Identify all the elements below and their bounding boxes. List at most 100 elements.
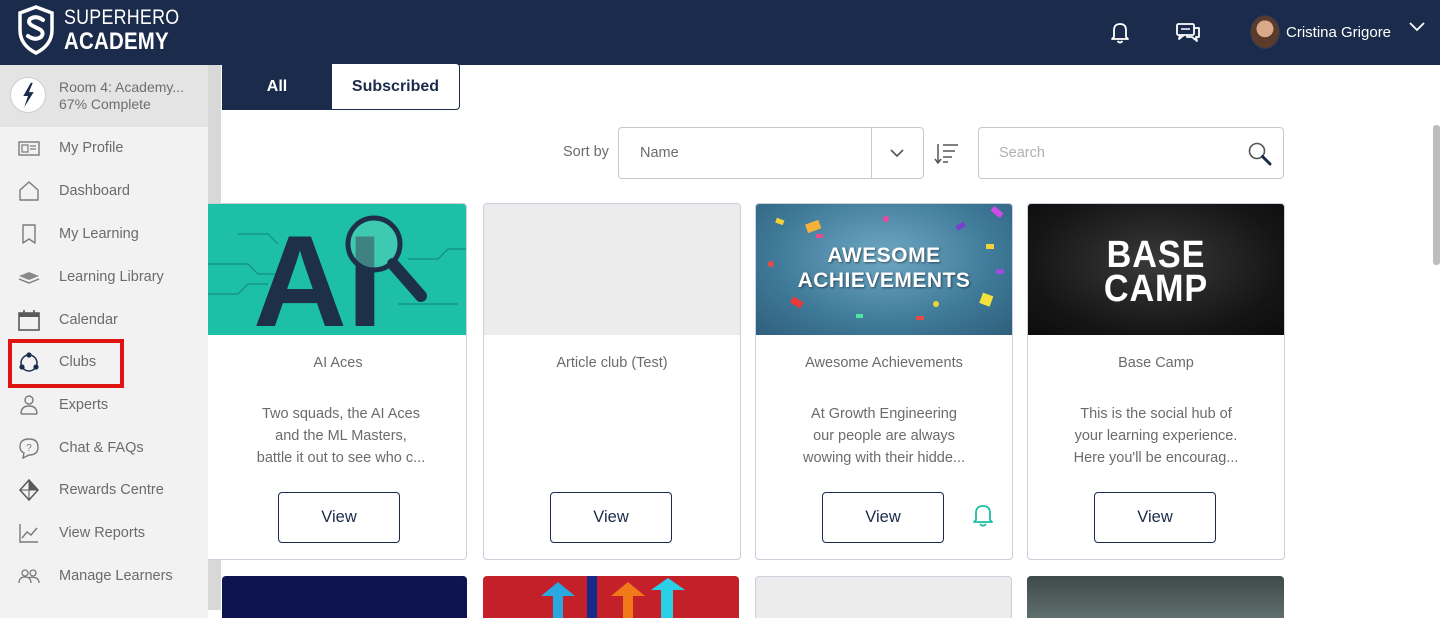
people-icon <box>18 569 40 584</box>
description-line: your learning experience. <box>1074 428 1238 444</box>
view-button[interactable]: View <box>822 492 944 543</box>
sidebar-item-my-learning[interactable]: My Learning <box>0 214 208 254</box>
description-line: battle it out to see who c... <box>256 450 426 466</box>
brand-logo[interactable]: SUPERHERO ACADEMY <box>16 4 200 56</box>
sidebar-item-label: My Profile <box>59 140 124 156</box>
ai-artwork: AI <box>208 208 466 335</box>
club-description: Two squads, the AI Aces and the ML Maste… <box>233 403 449 469</box>
view-button[interactable]: View <box>278 492 400 543</box>
club-card-partial[interactable] <box>222 576 467 618</box>
sort-order-icon[interactable] <box>934 140 960 166</box>
club-card-ai-aces: AI AI Aces Two squads, the AI Aces and t… <box>208 203 467 560</box>
diamond-icon <box>18 478 40 502</box>
artwork-line2: ACHIEVEMENTS <box>797 269 971 292</box>
artwork-line1: AWESOME <box>827 244 941 267</box>
current-room[interactable]: Room 4: Academy... 67% Complete <box>0 65 208 127</box>
club-card-partial[interactable] <box>755 576 1012 618</box>
sidebar-item-label: Calendar <box>59 312 118 328</box>
clubs-highlight-box <box>8 339 124 388</box>
sort-label: Sort by <box>563 144 609 160</box>
user-name: Cristina Grigore <box>1286 23 1392 41</box>
club-image-awesome-achievements[interactable]: AWESOME ACHIEVEMENTS <box>756 204 1012 335</box>
view-button[interactable]: View <box>1094 492 1216 543</box>
description-line: wowing with their hidde... <box>803 450 965 466</box>
club-description: This is the social hub of your learning … <box>1048 403 1264 469</box>
sidebar-item-label: Chat & FAQs <box>59 440 144 456</box>
sidebar-item-my-profile[interactable]: My Profile <box>0 128 208 168</box>
tab-subscribed[interactable]: Subscribed <box>332 63 460 110</box>
arrows-artwork <box>541 576 685 618</box>
shield-logo-icon <box>18 5 54 55</box>
tab-all[interactable]: All <box>222 63 332 110</box>
sidebar-item-label: Manage Learners <box>59 568 173 584</box>
sidebar-item-dashboard[interactable]: Dashboard <box>0 171 208 211</box>
club-card-partial[interactable] <box>1027 576 1284 618</box>
club-title: Article club (Test) <box>556 355 668 371</box>
room-title: Room 4: Academy... <box>59 79 185 95</box>
search-icon[interactable] <box>1247 141 1273 167</box>
sidebar-item-view-reports[interactable]: View Reports <box>0 513 208 553</box>
brand-line2: ACADEMY <box>64 27 169 55</box>
user-menu[interactable]: Cristina Grigore <box>1250 15 1391 49</box>
sidebar-item-chat-faqs[interactable]: ? Chat & FAQs <box>0 428 208 468</box>
bell-icon[interactable] <box>970 501 996 529</box>
filter-tabs: All Subscribed <box>222 63 460 110</box>
question-bubble-icon: ? <box>19 438 39 460</box>
club-image-base-camp[interactable]: BASE CAMP <box>1028 204 1284 335</box>
bookmark-icon <box>22 224 36 244</box>
sidebar-item-learning-library[interactable]: Learning Library <box>0 257 208 297</box>
sort-value: Name <box>640 145 679 161</box>
artwork-line1: BASE <box>1106 234 1206 276</box>
main-scrollbar[interactable] <box>1433 125 1440 265</box>
svg-text:?: ? <box>26 443 32 454</box>
description-line: Two squads, the AI Aces <box>262 406 420 422</box>
sidebar-item-calendar[interactable]: Calendar <box>0 300 208 340</box>
lightning-icon <box>23 82 34 108</box>
chevron-down-icon[interactable] <box>1408 20 1426 34</box>
search-input[interactable] <box>999 142 1239 164</box>
sidebar-item-label: Learning Library <box>59 269 164 285</box>
artwork-line2: CAMP <box>1103 268 1209 310</box>
search-box <box>978 127 1284 179</box>
sidebar-item-label: Rewards Centre <box>59 482 164 498</box>
description-line: Here you'll be encourag... <box>1073 450 1239 466</box>
club-card-awesome-achievements: AWESOME ACHIEVEMENTS Awesome Achievement… <box>755 203 1013 560</box>
description-line: our people are always <box>813 428 955 444</box>
brand-line1: SUPERHERO <box>64 5 180 29</box>
room-icon <box>10 77 46 113</box>
view-button[interactable]: View <box>550 492 672 543</box>
bell-icon[interactable] <box>1106 18 1134 46</box>
sidebar-item-label: My Learning <box>59 226 139 242</box>
club-title: Awesome Achievements <box>805 355 963 371</box>
club-card-article-club: Article club (Test) View <box>483 203 741 560</box>
sidebar-item-label: View Reports <box>59 525 145 541</box>
top-bar: SUPERHERO ACADEMY Cristina Grigore <box>0 0 1440 65</box>
profile-card-icon <box>18 141 40 156</box>
avatar <box>1250 15 1280 49</box>
chevron-down-icon <box>890 149 904 158</box>
expert-icon <box>20 395 38 415</box>
club-title: AI Aces <box>313 355 363 371</box>
calendar-icon <box>18 310 40 331</box>
sidebar-item-label: Experts <box>59 397 109 413</box>
description-line: and the ML Masters, <box>275 428 407 444</box>
book-icon <box>18 272 40 284</box>
club-card-partial[interactable] <box>483 576 739 618</box>
sidebar-item-label: Dashboard <box>59 183 130 199</box>
divider <box>871 128 872 178</box>
line-chart-icon <box>19 524 38 543</box>
club-card-base-camp: BASE CAMP Base Camp This is the social h… <box>1027 203 1285 560</box>
description-line: At Growth Engineering <box>811 406 957 422</box>
club-image-placeholder[interactable] <box>484 204 740 335</box>
home-icon <box>19 181 39 201</box>
room-progress: 67% Complete <box>59 96 151 112</box>
sidebar-item-manage-learners[interactable]: Manage Learners <box>0 556 208 596</box>
chat-icon[interactable] <box>1174 18 1202 46</box>
description-line: This is the social hub of <box>1080 406 1232 422</box>
club-title: Base Camp <box>1118 355 1194 371</box>
sidebar-item-experts[interactable]: Experts <box>0 385 208 425</box>
sidebar-item-rewards-centre[interactable]: Rewards Centre <box>0 470 208 510</box>
club-image-ai-aces[interactable]: AI <box>208 204 466 335</box>
club-description: At Growth Engineering our people are alw… <box>776 403 992 469</box>
sort-dropdown[interactable]: Name <box>618 127 924 179</box>
